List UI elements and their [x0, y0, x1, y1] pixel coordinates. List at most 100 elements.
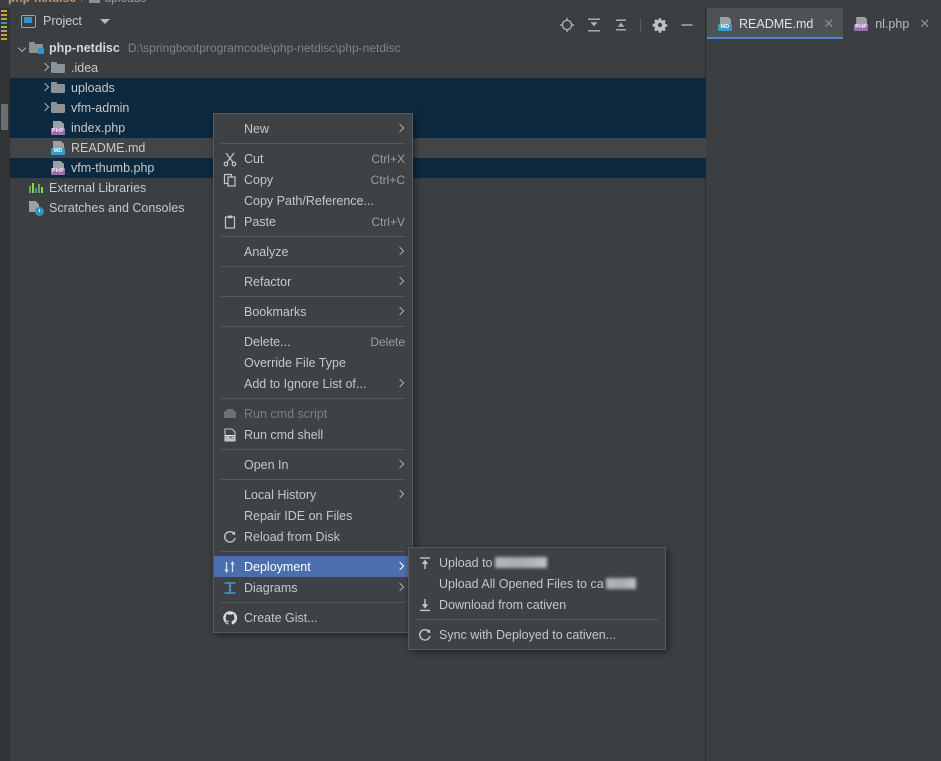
empty-icon-slot: [222, 334, 240, 350]
menu-item-copy[interactable]: Copy Ctrl+C: [214, 169, 412, 190]
menu-item-label: Open In: [244, 457, 289, 472]
tree-row-label: vfm-admin: [71, 101, 130, 115]
menu-item-label: New: [244, 121, 270, 136]
menu-item-label: Cut: [244, 151, 264, 166]
collapse-all-icon[interactable]: [613, 17, 629, 33]
menu-item-label: Reload from Disk: [244, 529, 340, 544]
chevron-right-icon[interactable]: [40, 83, 50, 93]
empty-icon-slot: [222, 193, 240, 209]
menu-item-local-history[interactable]: Local History: [214, 484, 412, 505]
tree-row-label: php-netdisc: [49, 41, 120, 55]
external-libraries-icon: [28, 180, 44, 196]
copy-icon: [222, 172, 240, 188]
breadcrumb-item-project[interactable]: php-netdisc: [8, 0, 76, 5]
tree-row-label: .idea: [71, 61, 99, 75]
toolbar-divider: [640, 17, 641, 33]
menu-item-label: Refactor: [244, 274, 292, 289]
chevron-down-icon[interactable]: [18, 43, 28, 53]
folder-icon: [50, 60, 66, 76]
menu-item-paste[interactable]: Paste Ctrl+V: [214, 211, 412, 232]
menu-item-delete[interactable]: Delete... Delete: [214, 331, 412, 352]
upload-icon: [417, 555, 435, 571]
gutter-scroll-thumb[interactable]: [1, 104, 8, 130]
php-file-icon: PHP: [853, 16, 869, 32]
chevron-down-icon[interactable]: [99, 18, 110, 24]
chevron-right-icon: [396, 490, 405, 499]
menu-item-analyze[interactable]: Analyze: [214, 241, 412, 262]
menu-item-repair-ide-on-files[interactable]: Repair IDE on Files: [214, 505, 412, 526]
submenu-item-upload-to[interactable]: Upload to: [409, 552, 665, 573]
chevron-right-icon: [396, 124, 405, 133]
settings-gear-icon[interactable]: [652, 17, 668, 33]
menu-item-new[interactable]: New: [214, 118, 412, 139]
menu-item-label: Bookmarks: [244, 304, 307, 319]
menu-separator: [416, 619, 658, 620]
menu-item-copy-path-reference[interactable]: Copy Path/Reference...: [214, 190, 412, 211]
hide-icon[interactable]: [679, 17, 695, 33]
empty-icon-slot: [222, 457, 240, 473]
menu-item-reload-from-disk[interactable]: Reload from Disk: [214, 526, 412, 547]
menu-item-label: Paste: [244, 214, 276, 229]
menu-item-refactor[interactable]: Refactor: [214, 271, 412, 292]
deployment-submenu: Upload to Upload All Opened Files to ca …: [408, 547, 666, 650]
expand-all-icon[interactable]: [586, 17, 602, 33]
menu-item-bookmarks[interactable]: Bookmarks: [214, 301, 412, 322]
close-icon[interactable]: ✕: [919, 16, 930, 32]
deployment-icon: [222, 559, 240, 575]
submenu-item-sync-with-deployed[interactable]: Sync with Deployed to cativen...: [409, 624, 665, 645]
menu-item-open-in[interactable]: Open In: [214, 454, 412, 475]
module-folder-icon: [28, 40, 44, 56]
editor-content[interactable]: [707, 39, 941, 761]
download-icon: [417, 597, 435, 613]
submenu-item-upload-all-opened-files[interactable]: Upload All Opened Files to ca: [409, 573, 665, 594]
menu-item-add-to-ignore-list[interactable]: Add to Ignore List of...: [214, 373, 412, 394]
tree-row-php-netdisc[interactable]: php-netdisc D:\springbootprogramcode\php…: [10, 38, 706, 58]
folder-icon: [50, 80, 66, 96]
empty-icon-slot: [222, 121, 240, 137]
close-icon[interactable]: ✕: [823, 16, 834, 32]
cut-icon: [222, 151, 240, 167]
run-cmd-script-icon: [222, 406, 240, 422]
tree-row-uploads[interactable]: uploads: [10, 78, 706, 98]
context-menu: New Cut Ctrl+X Copy Ctrl+C Copy Path/Ref…: [213, 113, 413, 633]
editor-tab-nl-php[interactable]: PHP nl.php ✕: [843, 8, 939, 39]
breadcrumb-separator: /: [81, 0, 84, 5]
left-gutter-strip[interactable]: [0, 8, 10, 761]
submenu-item-download-from[interactable]: Download from cativen: [409, 594, 665, 615]
menu-item-run-cmd-script: Run cmd script: [214, 403, 412, 424]
select-opened-file-icon[interactable]: [559, 17, 575, 33]
menu-item-run-cmd-shell[interactable]: CMD Run cmd shell: [214, 424, 412, 445]
breadcrumb-item-uploads[interactable]: uploads: [89, 0, 146, 5]
menu-separator: [221, 449, 405, 450]
menu-item-label: Local History: [244, 487, 317, 502]
editor-tab-label: README.md: [739, 16, 814, 31]
breadcrumb-project-label: php-netdisc: [8, 0, 76, 5]
menu-item-override-file-type[interactable]: Override File Type: [214, 352, 412, 373]
chevron-right-icon[interactable]: [40, 103, 50, 113]
menu-item-cut[interactable]: Cut Ctrl+X: [214, 148, 412, 169]
editor-tab-bar: MD README.md ✕ PHP nl.php ✕ PHP: [707, 8, 941, 39]
scratches-icon: [28, 200, 44, 216]
chevron-right-icon: [396, 247, 405, 256]
chevron-right-icon: [396, 562, 405, 571]
empty-icon-slot: [222, 304, 240, 320]
menu-item-shortcut: Delete: [370, 334, 405, 349]
menu-separator: [221, 236, 405, 237]
breadcrumb-uploads-label: uploads: [104, 0, 146, 5]
tree-row-idea[interactable]: .idea: [10, 58, 706, 78]
menu-item-create-gist[interactable]: Create Gist...: [214, 607, 412, 628]
menu-item-diagrams[interactable]: Diagrams: [214, 577, 412, 598]
menu-item-label: Diagrams: [244, 580, 298, 595]
folder-icon: [89, 0, 101, 3]
menu-item-shortcut: Ctrl+C: [370, 172, 405, 187]
menu-item-deployment[interactable]: Deployment: [214, 556, 412, 577]
empty-icon-slot: [222, 487, 240, 503]
project-tool-window-title: Project: [43, 14, 82, 28]
menu-separator: [221, 296, 405, 297]
redacted-host-name: [605, 577, 636, 589]
folder-icon: [50, 100, 66, 116]
chevron-right-icon[interactable]: [40, 63, 50, 73]
tree-row-label: index.php: [71, 121, 126, 135]
menu-separator: [221, 143, 405, 144]
editor-tab-readme-md[interactable]: MD README.md ✕: [707, 8, 844, 39]
